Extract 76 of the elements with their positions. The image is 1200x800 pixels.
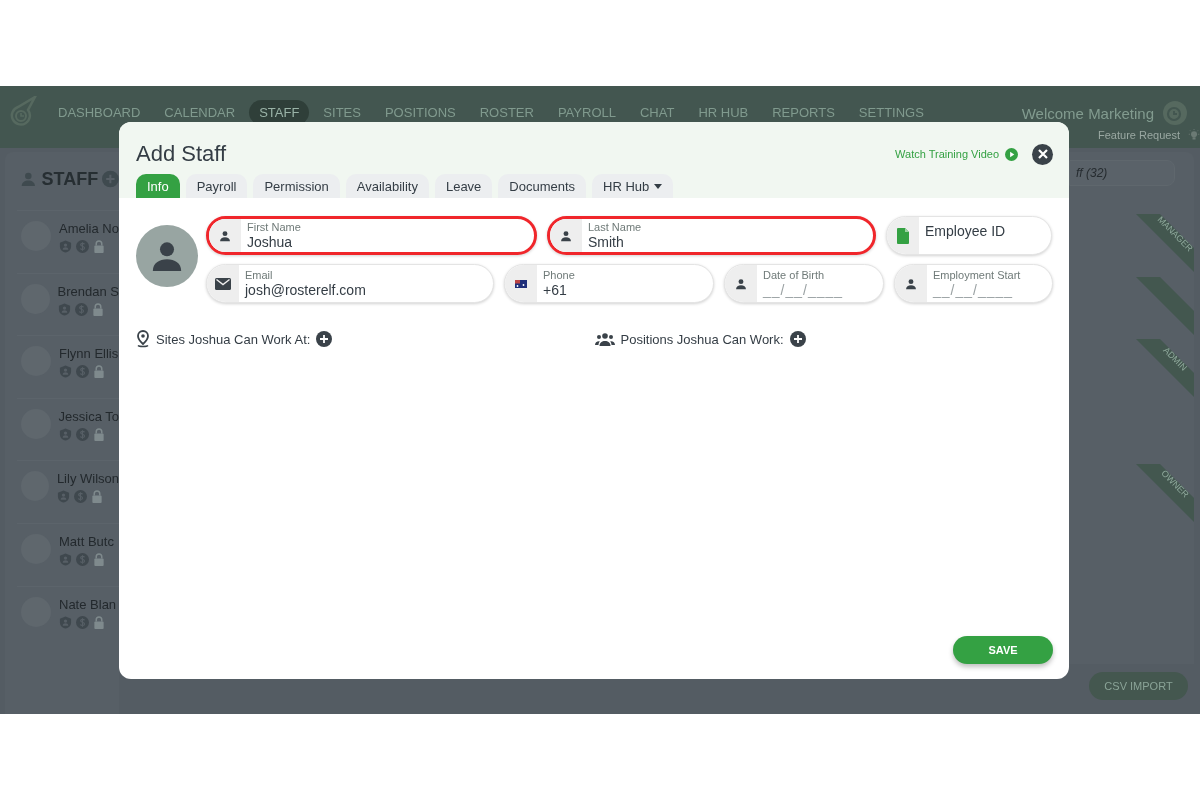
add-icon[interactable] [789,331,806,347]
document-icon [897,227,909,244]
dollar-icon [76,615,89,629]
location-pin-icon [136,330,150,348]
nav-link[interactable]: ROSTER [469,100,544,125]
csv-import-button[interactable]: CSV IMPORT [1089,672,1188,700]
dollar-icon [76,552,89,566]
nav-link[interactable]: PAYROLL [547,100,626,125]
tab[interactable]: HR Hub [592,174,674,198]
dollar-icon [76,365,89,379]
feature-request-link[interactable]: Feature Request [1098,129,1180,141]
staff-name[interactable]: Matt Butc [59,533,114,549]
tab[interactable]: Leave [434,174,493,198]
lock-icon [92,427,105,441]
nav-link[interactable]: CHAT [629,100,685,125]
shield-person-icon [59,240,72,253]
tab[interactable]: Payroll [185,174,248,198]
watch-training-video-link[interactable]: Watch Training Video [895,148,999,160]
lock-icon [90,490,103,504]
tab[interactable]: Documents [498,174,587,198]
nav-link[interactable]: CALENDAR [154,100,246,125]
shield-person-icon [59,552,72,566]
lightbulb-icon [1187,127,1200,143]
tab[interactable]: Permission [253,174,340,198]
nav-link[interactable]: POSITIONS [374,100,466,125]
person-icon [218,228,232,243]
caret-icon [654,183,663,189]
person-icon [904,276,918,291]
staff-name[interactable]: Amelia No [59,221,119,236]
nav-link[interactable]: REPORTS [762,100,845,125]
section-label: Sites Joshua Can Work At: [156,331,311,347]
dollar-icon [75,427,89,441]
staff-name[interactable]: Lily Wilson [56,471,119,487]
shield-person-icon [59,615,72,629]
add-icon[interactable] [316,331,333,347]
search-field[interactable]: ff (32) [1069,160,1175,186]
shield-person-icon [58,427,72,441]
input-field[interactable]: Phone +61 [504,264,714,303]
tab[interactable]: Info [136,174,180,198]
dollar-icon [73,490,87,504]
welcome-text: Welcome Marketing [1021,104,1154,122]
lock-icon [93,552,105,566]
staff-name[interactable]: Nate Blan [59,596,117,612]
staff-name[interactable]: Jessica To [58,408,119,424]
save-button[interactable]: SAVE [953,636,1053,664]
lock-icon [91,302,104,316]
person-icon [559,228,573,243]
person-icon [734,276,748,291]
envelope-icon [215,277,231,290]
tab[interactable]: Availability [345,174,429,198]
staff-name[interactable]: Flynn Ellis [59,346,119,362]
nav-link[interactable]: SETTINGS [848,100,934,125]
lock-icon [93,365,105,379]
flag-icon [515,279,527,288]
section-label: Positions Joshua Can Work: [620,331,784,347]
nav-link[interactable]: HR HUB [688,100,759,125]
dialog-title: Add Staff [136,141,227,167]
close-icon[interactable] [1032,143,1053,165]
people-icon [594,332,615,346]
staff-name[interactable]: Brendan S [57,283,119,299]
nav-link[interactable]: DASHBOARD [48,100,151,125]
lock-icon [93,615,105,629]
input-field[interactable]: Employee ID [886,216,1052,255]
dollar-icon [74,302,88,316]
shield-person-icon [59,365,72,379]
shield-person-icon [56,490,70,504]
input-field[interactable]: Last Name Smith [547,216,876,255]
input-field[interactable]: First Name Joshua [206,216,537,255]
input-field[interactable]: Employment Start __/__/____ [894,264,1053,303]
shield-person-icon [57,302,71,316]
lock-icon [93,240,105,253]
dollar-icon [76,240,89,253]
play-icon[interactable] [1005,147,1018,161]
nav-link[interactable]: SITES [313,100,371,125]
input-field[interactable]: Email josh@rosterelf.com [206,264,494,303]
input-field[interactable]: Date of Birth __/__/____ [724,264,884,303]
